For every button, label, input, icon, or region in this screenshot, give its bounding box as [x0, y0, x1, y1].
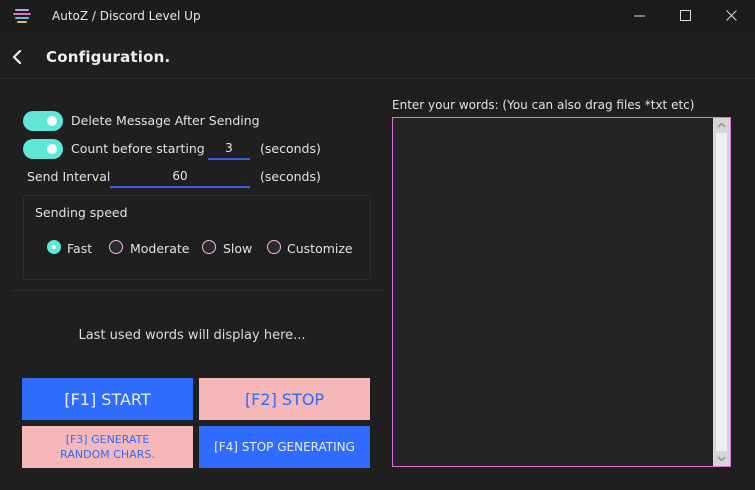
delete-message-toggle[interactable] — [23, 111, 63, 131]
sending-speed-title: Sending speed — [35, 205, 128, 220]
radio-slow[interactable] — [202, 240, 216, 254]
radio-customize[interactable] — [267, 240, 281, 254]
count-before-toggle[interactable] — [23, 139, 63, 159]
words-textarea-container — [392, 117, 731, 467]
words-textarea[interactable] — [393, 118, 713, 466]
count-before-input[interactable] — [208, 138, 250, 160]
scroll-up-icon[interactable] — [717, 121, 726, 130]
radio-slow-label[interactable]: Slow — [223, 241, 252, 256]
generate-button-line2: RANDOM CHARS. — [60, 448, 155, 461]
toggle-knob — [47, 116, 57, 126]
scroll-down-icon[interactable] — [717, 454, 726, 463]
radio-fast[interactable] — [47, 240, 61, 254]
page-title: Configuration. — [46, 48, 171, 66]
radio-customize-label[interactable]: Customize — [287, 241, 353, 256]
back-arrow-icon[interactable] — [12, 50, 24, 64]
sending-speed-group: Sending speed Fast Moderate Slow Customi… — [23, 195, 371, 280]
radio-moderate[interactable] — [109, 240, 123, 254]
minimize-icon — [634, 15, 645, 17]
radio-moderate-label[interactable]: Moderate — [130, 241, 189, 256]
title-bar: AutoZ / Discord Level Up — [0, 0, 755, 32]
minimize-button[interactable] — [617, 0, 663, 32]
radio-fast-label[interactable]: Fast — [67, 241, 92, 256]
generate-button-line1: [F3] GENERATE — [65, 433, 150, 446]
send-interval-input[interactable] — [110, 166, 250, 188]
count-before-unit: (seconds) — [260, 141, 321, 156]
app-logo-icon — [13, 9, 31, 23]
last-used-words: Last used words will display here... — [78, 328, 306, 343]
scroll-thumb[interactable] — [716, 133, 727, 451]
words-label: Enter your words: (You can also drag fil… — [392, 98, 695, 112]
send-interval-label: Send Interval — [27, 169, 111, 184]
delete-message-label: Delete Message After Sending — [71, 113, 260, 128]
stop-button[interactable]: [F2] STOP — [199, 378, 370, 420]
toggle-knob — [47, 144, 57, 154]
start-button[interactable]: [F1] START — [22, 378, 193, 420]
maximize-icon — [680, 10, 691, 21]
count-before-label: Count before starting — [71, 141, 205, 156]
section-divider — [12, 290, 384, 291]
stop-generating-button[interactable]: [F4] STOP GENERATING — [199, 426, 370, 468]
send-interval-unit: (seconds) — [260, 169, 321, 184]
window-title: AutoZ / Discord Level Up — [52, 9, 201, 23]
page-header: Configuration. — [0, 32, 755, 79]
words-scrollbar[interactable] — [713, 118, 730, 466]
close-icon — [726, 10, 737, 21]
maximize-button[interactable] — [663, 0, 709, 32]
close-button[interactable] — [709, 0, 755, 32]
generate-random-chars-button[interactable]: [F3] GENERATE RANDOM CHARS. — [22, 426, 193, 468]
